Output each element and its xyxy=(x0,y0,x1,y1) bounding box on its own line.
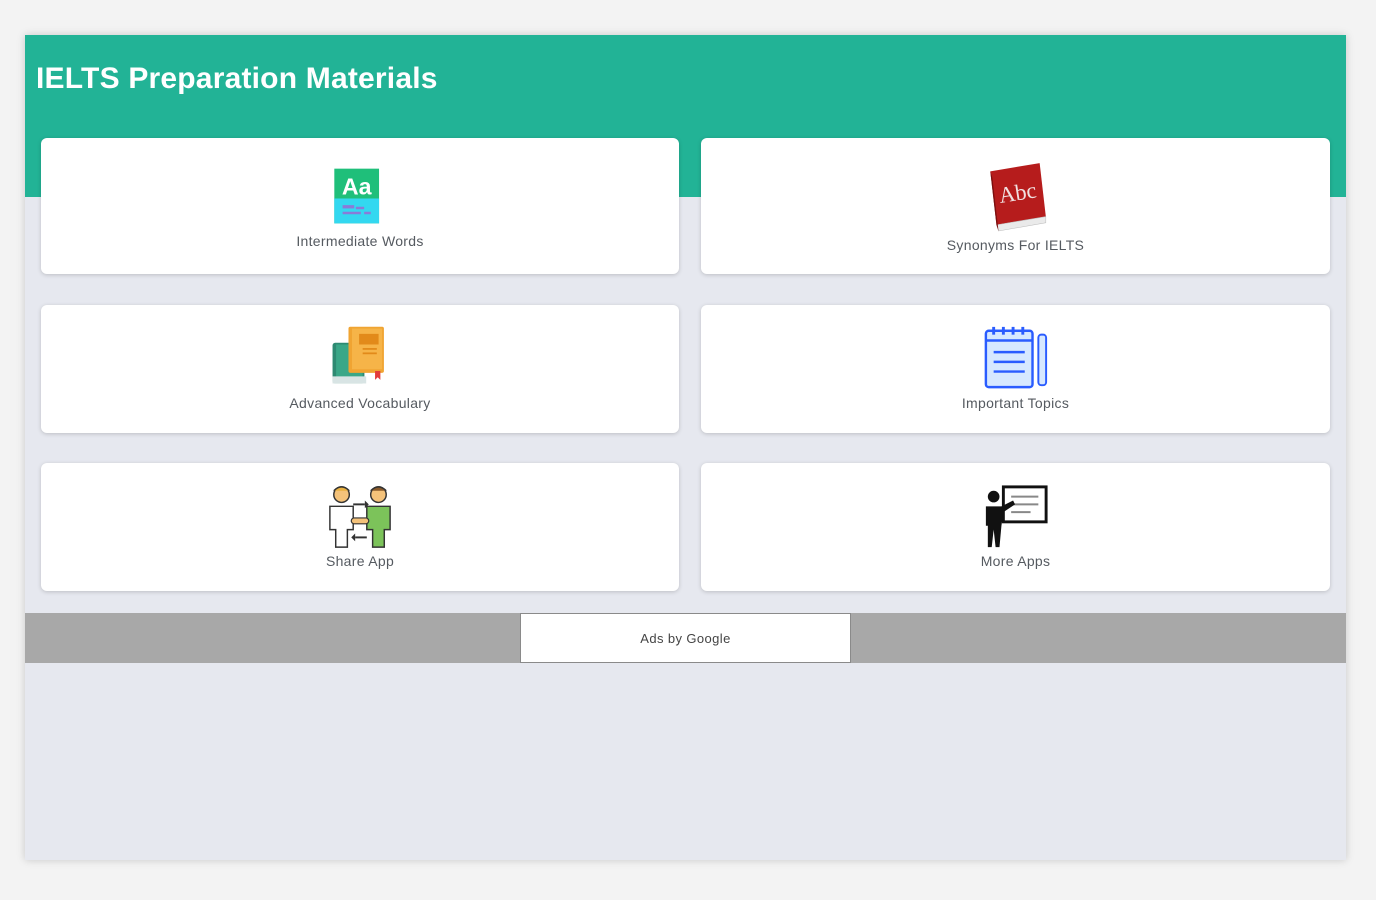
people-exchange-icon xyxy=(329,486,391,548)
books-icon xyxy=(332,326,384,384)
menu-card-advanced-vocabulary[interactable]: Advanced Vocabulary xyxy=(41,305,679,433)
menu-card-important-topics[interactable]: Important Topics xyxy=(701,305,1330,433)
menu-card-label: Advanced Vocabulary xyxy=(289,395,431,411)
ad-banner[interactable]: Ads by Google xyxy=(520,613,851,663)
menu-card-share-app[interactable]: Share App xyxy=(41,463,679,591)
menu-card-label: Share App xyxy=(325,553,395,569)
menu-card-label: More Apps xyxy=(980,553,1051,569)
ad-banner-bar: Ads by Google xyxy=(25,613,1346,663)
presenter-board-icon xyxy=(985,485,1048,548)
menu-card-more-apps[interactable]: More Apps xyxy=(701,463,1330,591)
menu-card-label: Intermediate Words xyxy=(296,233,424,249)
menu-card-label: Synonyms For IELTS xyxy=(946,237,1085,253)
svg-text:Aa: Aa xyxy=(342,173,373,199)
menu-card-intermediate-words[interactable]: Aa Intermediate Words xyxy=(41,138,679,274)
menu-card-label: Important Topics xyxy=(961,395,1070,411)
abc-book-icon: Abc xyxy=(989,163,1046,232)
notepad-icon xyxy=(984,326,1047,389)
dictionary-aa-icon: Aa xyxy=(334,168,380,224)
page-title: IELTS Preparation Materials xyxy=(36,62,438,95)
ad-label: Ads by Google xyxy=(640,630,731,646)
menu-card-synonyms-for-ielts[interactable]: Abc Synonyms For IELTS xyxy=(701,138,1330,274)
app-screen: IELTS Preparation Materials Aa Intermedi… xyxy=(25,35,1346,860)
